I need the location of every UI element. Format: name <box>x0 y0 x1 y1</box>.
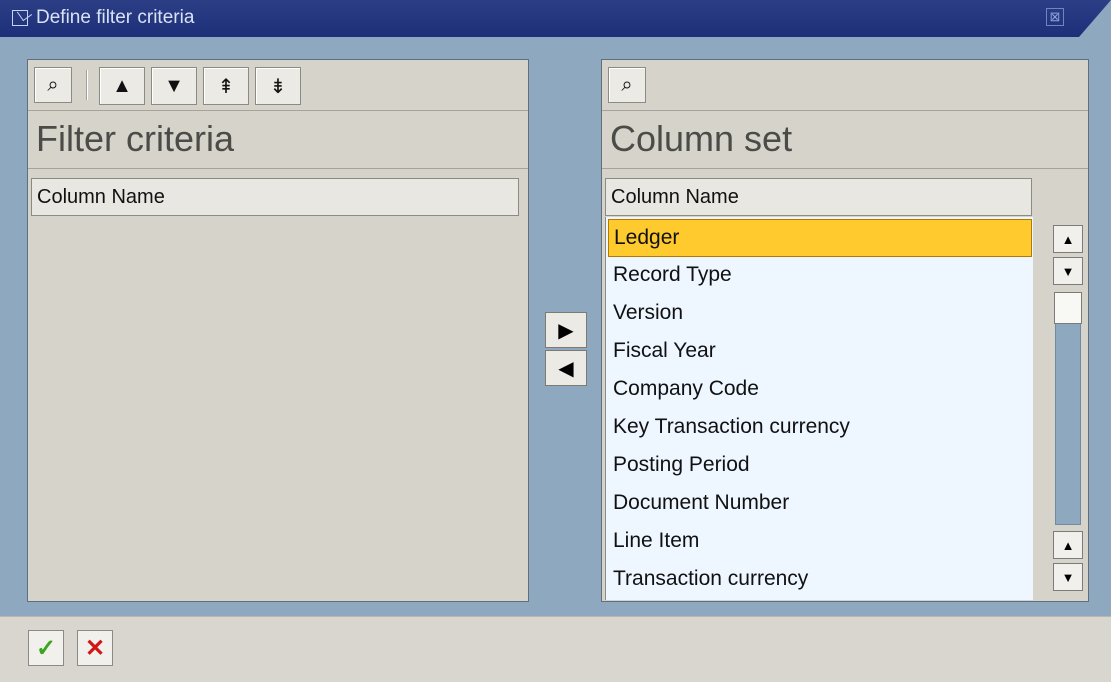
list-item[interactable]: Key Transaction currency <box>608 409 1032 447</box>
down-arrow-icon: ▼ <box>1061 569 1075 585</box>
move-to-top-button[interactable]: ⇞ <box>203 67 249 105</box>
column-set-panel: ⌕ Column set Column Name Ledger Record T… <box>601 59 1089 602</box>
close-icon[interactable]: ⊠ <box>1046 8 1064 26</box>
scroll-down-button[interactable]: ▼ <box>1053 257 1083 285</box>
panel-divider <box>28 168 528 169</box>
left-arrow-icon: ◀ <box>558 357 574 380</box>
list-item[interactable]: Version <box>608 295 1032 333</box>
down-arrow-icon: ▼ <box>164 74 184 97</box>
add-column-button[interactable]: ▶ <box>545 312 587 348</box>
move-up-button[interactable]: ▲ <box>99 67 145 105</box>
right-arrow-icon: ▶ <box>558 319 574 342</box>
page-up-button[interactable]: ▲ <box>1053 531 1083 559</box>
list-item[interactable]: Posting Period <box>608 447 1032 485</box>
list-item[interactable]: Line Item <box>608 523 1032 561</box>
list-item[interactable]: Document Number <box>608 485 1032 523</box>
down-arrow-icon: ▼ <box>1061 263 1075 279</box>
toolbar-separator <box>86 70 88 100</box>
find-button-column-set[interactable]: ⌕ <box>608 67 646 103</box>
cancel-button[interactable]: ✕ <box>77 630 113 666</box>
find-icon: ⌕ <box>47 73 59 96</box>
dialog-title: Define filter criteria <box>36 7 195 28</box>
double-down-arrow-icon: ⇟ <box>269 75 287 98</box>
find-icon: ⌕ <box>621 73 633 96</box>
vertical-scrollbar[interactable]: ▲ ▼ ▲ ▼ <box>1050 217 1084 600</box>
titlebar-corner <box>1079 0 1111 37</box>
action-bar: ✓ ✕ <box>0 616 1111 682</box>
list-item[interactable]: Company Code <box>608 371 1032 409</box>
remove-column-button[interactable]: ◀ <box>545 350 587 386</box>
up-arrow-icon: ▲ <box>1061 231 1075 247</box>
dialog-window: Define filter criteria ⊠ ⌕ ▲ ▼ ⇞ ⇟ Filte… <box>0 0 1111 682</box>
up-arrow-icon: ▲ <box>1061 537 1075 553</box>
cancel-icon: ✕ <box>84 634 106 662</box>
double-up-arrow-icon: ⇞ <box>217 75 235 98</box>
ok-button[interactable]: ✓ <box>28 630 64 666</box>
title-bar: Define filter criteria ⊠ <box>0 0 1111 37</box>
scroll-up-button[interactable]: ▲ <box>1053 225 1083 253</box>
page-down-button[interactable]: ▼ <box>1053 563 1083 591</box>
filter-toolbar: ⌕ ▲ ▼ ⇞ ⇟ <box>28 60 528 111</box>
move-down-button[interactable]: ▼ <box>151 67 197 105</box>
scroll-thumb[interactable] <box>1054 292 1082 324</box>
up-arrow-icon: ▲ <box>112 74 132 97</box>
list-item[interactable]: Record Type <box>608 257 1032 295</box>
list-item[interactable]: Ledger <box>608 219 1032 257</box>
column-set-title: Column set <box>610 118 793 159</box>
column-set-header: Column Name <box>605 178 1032 216</box>
filter-column-header: Column Name <box>31 178 519 216</box>
filter-criteria-panel: ⌕ ▲ ▼ ⇞ ⇟ Filter criteria Column Name <box>27 59 529 602</box>
list-item[interactable]: Transaction currency <box>608 561 1032 599</box>
panel-divider <box>602 168 1088 169</box>
checkmark-icon: ✓ <box>35 634 57 662</box>
filter-criteria-title: Filter criteria <box>36 118 235 159</box>
list-item[interactable]: Fiscal Year <box>608 333 1032 371</box>
dialog-icon <box>12 10 28 26</box>
column-set-toolbar: ⌕ <box>602 60 1088 111</box>
move-to-bottom-button[interactable]: ⇟ <box>255 67 301 105</box>
scroll-track[interactable] <box>1055 292 1081 525</box>
find-button[interactable]: ⌕ <box>34 67 72 103</box>
column-list[interactable]: Ledger Record Type Version Fiscal Year C… <box>605 217 1033 600</box>
